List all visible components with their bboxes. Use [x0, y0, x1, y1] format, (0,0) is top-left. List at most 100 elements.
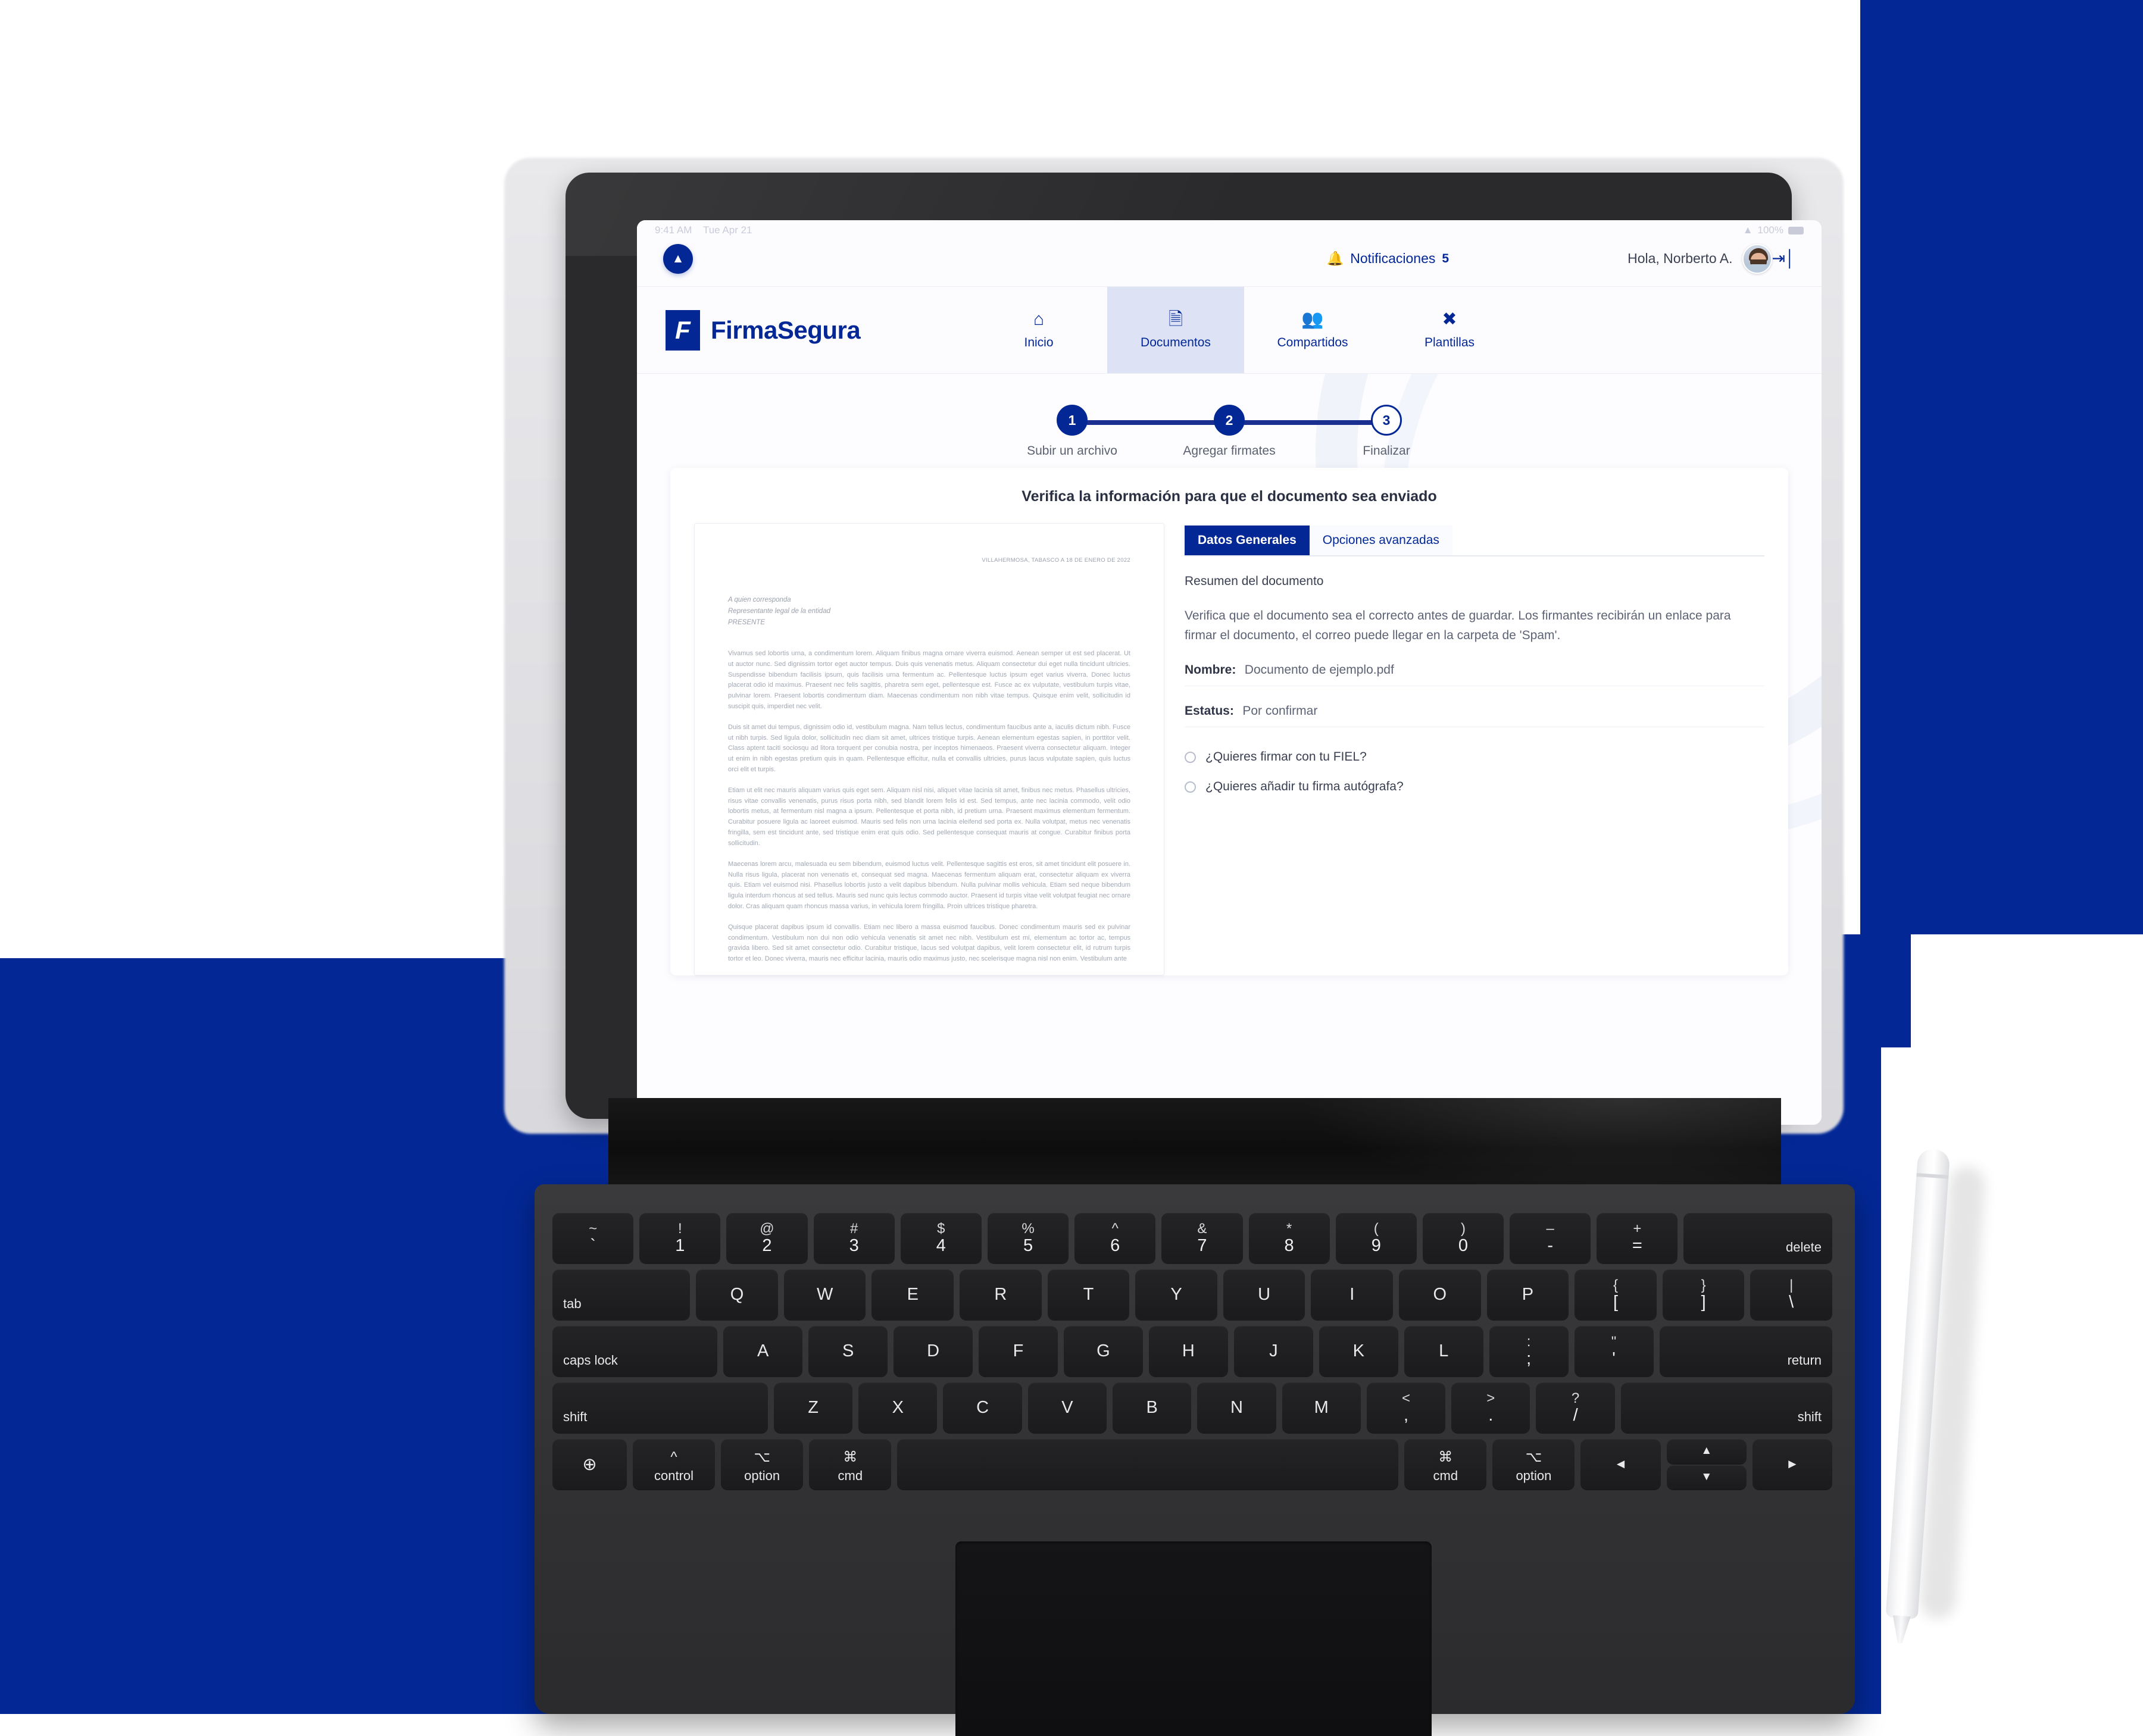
key-7[interactable]: & 7	[1161, 1213, 1243, 1263]
document-addressee: A quien corresponda Representante legal …	[728, 595, 1130, 628]
document-info-panel: Datos Generales Opciones avanzadas Resum…	[1185, 523, 1764, 975]
user-menu[interactable]: Hola, Norberto A.	[1627, 243, 1772, 274]
key-arrow-up[interactable]: ▲	[1666, 1439, 1747, 1463]
key-period[interactable]: >.	[1451, 1382, 1530, 1432]
key-l[interactable]: L	[1404, 1326, 1483, 1376]
key-z[interactable]: Z	[773, 1382, 853, 1432]
key-semicolon[interactable]: :;	[1489, 1326, 1569, 1376]
step-2-label: Agregar firmates	[1183, 444, 1276, 458]
option-icon: ⌥	[754, 1449, 770, 1465]
key-2[interactable]: @2	[726, 1213, 808, 1263]
nav-item-documentos[interactable]: 🗎 Documentos	[1107, 287, 1244, 373]
key-caps-lock[interactable]: caps lock	[552, 1326, 718, 1376]
step-1[interactable]: 1 Subir un archivo	[1027, 405, 1117, 458]
verification-card: Verifica la información para que el docu…	[670, 468, 1788, 975]
key-9[interactable]: (9	[1335, 1213, 1417, 1263]
key-g[interactable]: G	[1063, 1326, 1143, 1376]
key-t[interactable]: T	[1047, 1269, 1130, 1319]
key-u[interactable]: U	[1223, 1269, 1305, 1319]
globe-icon[interactable]: ⊕	[552, 1439, 627, 1489]
key-option-left[interactable]: ⌥ option	[721, 1439, 804, 1489]
notifications-button[interactable]: 🔔 Notificaciones 5	[1327, 251, 1450, 267]
key-quote[interactable]: " '	[1574, 1326, 1654, 1376]
key-minus[interactable]: – -	[1510, 1213, 1591, 1263]
brand-logo[interactable]: F FirmaSegura	[637, 287, 970, 373]
key-cmd-left[interactable]: ⌘ cmd	[809, 1439, 892, 1489]
document-paragraph: Quisque placerat dapibus ipsum id conval…	[728, 923, 1130, 963]
key-shift-left[interactable]: shift	[552, 1382, 768, 1432]
key-i[interactable]: I	[1311, 1269, 1394, 1319]
key-y[interactable]: Y	[1135, 1269, 1217, 1319]
battery-percent: 100%	[1757, 224, 1783, 236]
key-control[interactable]: ^ control	[632, 1439, 716, 1489]
document-preview-pane[interactable]: VILLAHERMOSA, TABASCO A 18 DE ENERO DE 2…	[694, 523, 1164, 975]
key-arrow-left[interactable]: ◄	[1580, 1439, 1661, 1489]
step-2[interactable]: 2 Agregar firmates	[1183, 405, 1276, 458]
step-2-number: 2	[1214, 405, 1245, 436]
key-o[interactable]: O	[1399, 1269, 1481, 1319]
nav-item-inicio[interactable]: ⌂ Inicio	[970, 287, 1107, 373]
wizard-stepper: 1 Subir un archivo 2 Agregar firmates 3 …	[637, 374, 1822, 459]
step-3[interactable]: 3 Finalizar	[1363, 405, 1410, 458]
key-bracket-right[interactable]: }]	[1662, 1269, 1745, 1319]
trackpad[interactable]	[955, 1541, 1432, 1736]
key-p[interactable]: P	[1486, 1269, 1569, 1319]
key-a[interactable]: A	[723, 1326, 803, 1376]
key-option-right[interactable]: ⌥ option	[1492, 1439, 1575, 1489]
key-tilde[interactable]: ~ `	[552, 1213, 634, 1263]
key-shift-right[interactable]: shift	[1620, 1382, 1833, 1432]
nav-item-compartidos[interactable]: 👥 Compartidos	[1244, 287, 1381, 373]
page-root: 9:41 AM Tue Apr 21 ▲ 100% ▲ 🔔 Notificaci…	[0, 0, 2143, 1736]
key-8[interactable]: * 8	[1248, 1213, 1330, 1263]
key-bracket-left[interactable]: {[	[1575, 1269, 1657, 1319]
key-1[interactable]: ! 1	[639, 1213, 721, 1263]
tab-datos-generales[interactable]: Datos Generales	[1185, 526, 1310, 555]
key-5[interactable]: % 5	[987, 1213, 1069, 1263]
key-slash[interactable]: ? /	[1536, 1382, 1615, 1432]
key-s[interactable]: S	[808, 1326, 888, 1376]
key-r[interactable]: R	[960, 1269, 1042, 1319]
templates-icon: ✖	[1442, 309, 1457, 329]
key-k[interactable]: K	[1319, 1326, 1398, 1376]
radio-autografa[interactable]	[1185, 781, 1196, 793]
key-c[interactable]: C	[943, 1382, 1022, 1432]
key-comma[interactable]: <,	[1366, 1382, 1446, 1432]
key-backslash[interactable]: | \	[1750, 1269, 1832, 1319]
key-0[interactable]: ) 0	[1422, 1213, 1504, 1263]
key-q[interactable]: Q	[696, 1269, 778, 1319]
key-v[interactable]: V	[1027, 1382, 1107, 1432]
key-tab[interactable]: tab	[552, 1269, 691, 1319]
chevron-up-icon[interactable]: ▲	[663, 243, 693, 274]
key-3[interactable]: #3	[813, 1213, 895, 1263]
bell-icon: 🔔	[1326, 251, 1344, 266]
avatar[interactable]	[1742, 243, 1772, 274]
key-j[interactable]: J	[1233, 1326, 1313, 1376]
document-icon: 🗎	[1168, 309, 1183, 329]
key-f[interactable]: F	[979, 1326, 1058, 1376]
key-e[interactable]: E	[871, 1269, 954, 1319]
key-6[interactable]: ^ 6	[1074, 1213, 1156, 1263]
notifications-count: 5	[1442, 251, 1450, 265]
key-x[interactable]: X	[858, 1382, 938, 1432]
key-cmd-right[interactable]: ⌘ cmd	[1404, 1439, 1487, 1489]
key-delete[interactable]: delete	[1683, 1213, 1832, 1263]
logout-icon[interactable]: ⇥│	[1772, 251, 1796, 267]
key-4[interactable]: $4	[900, 1213, 982, 1263]
key-arrow-right[interactable]: ►	[1752, 1439, 1832, 1489]
key-m[interactable]: M	[1282, 1382, 1361, 1432]
option-fiel[interactable]: ¿Quieres firmar con tu FIEL?	[1185, 750, 1764, 764]
key-d[interactable]: D	[894, 1326, 973, 1376]
nav-item-plantillas[interactable]: ✖ Plantillas	[1381, 287, 1518, 373]
radio-fiel[interactable]	[1185, 751, 1196, 763]
key-equals[interactable]: + =	[1597, 1213, 1678, 1263]
users-icon: 👥	[1301, 309, 1324, 329]
key-arrow-down[interactable]: ▼	[1666, 1465, 1747, 1489]
key-b[interactable]: B	[1113, 1382, 1192, 1432]
key-return[interactable]: return	[1659, 1326, 1833, 1376]
tab-opciones-avanzadas[interactable]: Opciones avanzadas	[1309, 526, 1452, 555]
key-space[interactable]	[897, 1439, 1399, 1489]
key-w[interactable]: W	[783, 1269, 866, 1319]
key-h[interactable]: H	[1148, 1326, 1228, 1376]
key-n[interactable]: N	[1197, 1382, 1276, 1432]
option-autografa[interactable]: ¿Quieres añadir tu firma autógrafa?	[1185, 780, 1764, 794]
